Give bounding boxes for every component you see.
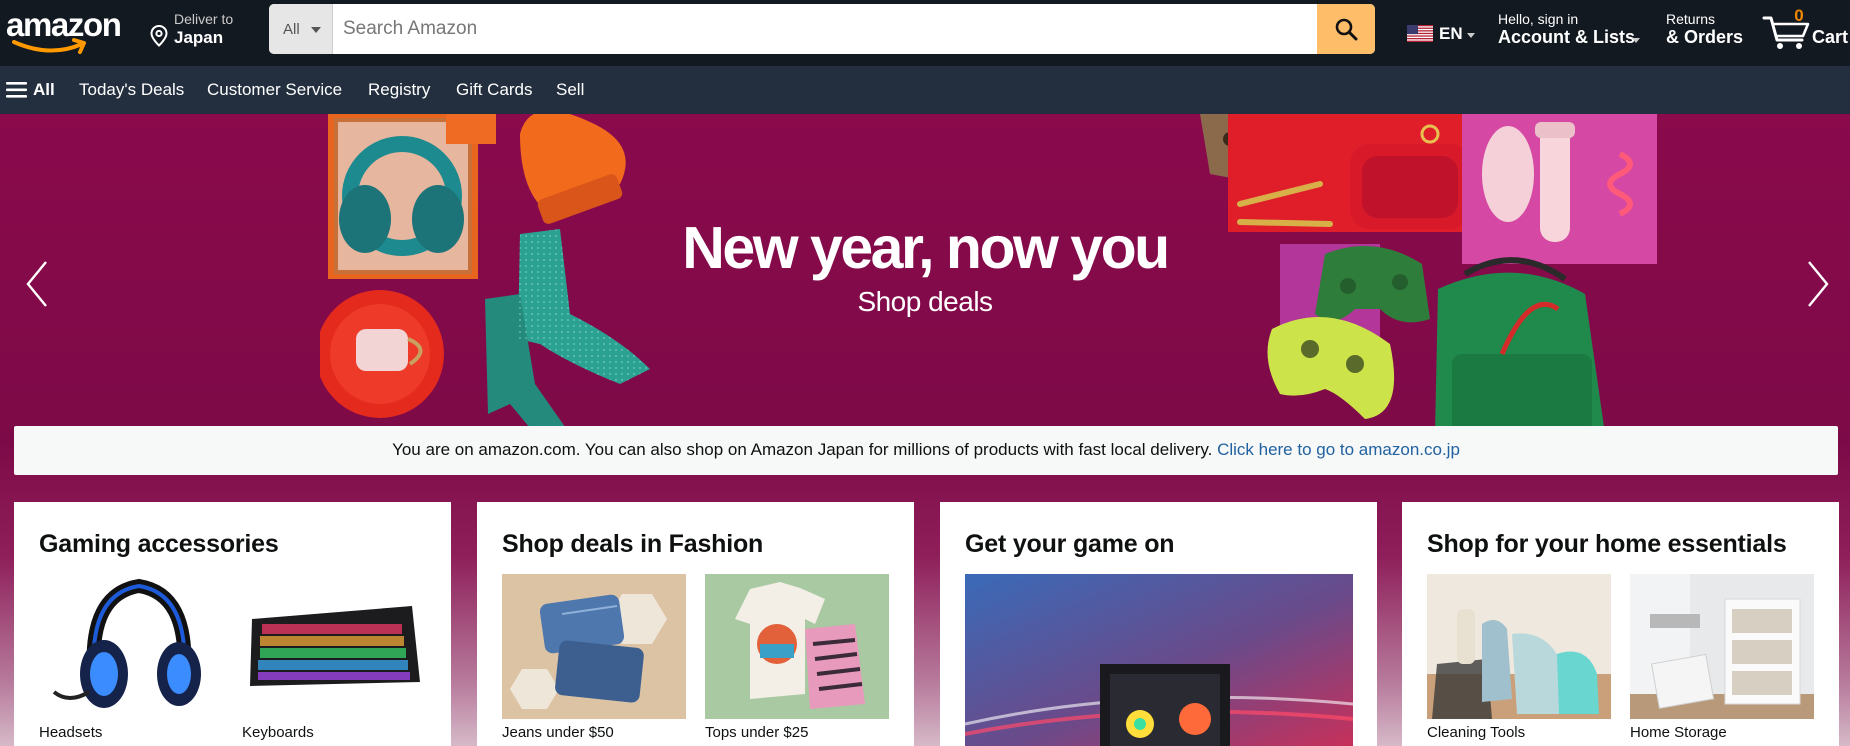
locale-notice: You are on amazon.com. You can also shop… [14,426,1838,475]
hero-headline: New year, now you [682,215,1170,281]
card-gaming-accessories: Gaming accessories Headsets Keyboards [14,502,451,746]
amazon-logo[interactable]: amazon [4,6,130,58]
card-title[interactable]: Shop for your home essentials [1427,530,1787,559]
chevron-right-icon [1808,261,1829,307]
cleaning-tools-image[interactable] [1427,574,1611,719]
us-flag-icon [1407,25,1433,42]
nav-link-todays-deals[interactable]: Today's Deals [79,80,184,100]
account-and-lists[interactable]: Hello, sign in Account & Lists [1498,10,1648,56]
search-input[interactable] [333,4,1287,54]
keyboard-image[interactable] [242,574,426,719]
account-greeting: Hello, sign in [1498,11,1579,27]
amazon-japan-link[interactable]: Click here to go to amazon.co.jp [1217,440,1460,459]
secondary-nav: All Today's Deals Customer Service Regis… [0,66,1850,114]
account-label: Account & Lists [1498,27,1636,47]
caret-down-icon [1467,33,1475,38]
tops-image[interactable] [705,574,889,719]
orders-label: & Orders [1666,27,1744,47]
carousel-next-button[interactable] [1795,244,1835,324]
locale-notice-text: You are on amazon.com. You can also shop… [392,440,1218,459]
caret-down-icon [1632,38,1640,43]
search-icon [1335,18,1358,41]
card-title[interactable]: Gaming accessories [39,530,279,559]
nav-link-gift-cards[interactable]: Gift Cards [456,80,533,100]
tile-label-jeans[interactable]: Jeans under $50 [502,724,614,741]
hero-banner[interactable]: New year, now you Shop deals You are on … [0,114,1850,746]
top-header: amazon Deliver to Japan All Search Amazo… [0,0,1850,66]
tile-label-home-storage[interactable]: Home Storage [1630,724,1727,741]
hero-subline: Shop deals [857,286,993,317]
headset-image[interactable] [39,574,223,719]
search-button[interactable] [1317,4,1375,54]
language-selector[interactable]: EN [1407,18,1477,48]
search-bar: All [269,4,1375,54]
tile-label-headsets[interactable]: Headsets [39,724,102,741]
hero-right-products-image [1200,114,1657,434]
hamburger-menu-icon [6,82,27,98]
tile-label-cleaning-tools[interactable]: Cleaning Tools [1427,724,1525,741]
nav-link-sell[interactable]: Sell [556,80,584,100]
cart-label: Cart [1812,27,1849,47]
gaming-pc-image[interactable] [965,574,1353,746]
card-shop-deals-fashion: Shop deals in Fashion Jeans under $50 To… [477,502,914,746]
card-home-essentials: Shop for your home essentials Cleaning T… [1402,502,1839,746]
cart-count: 0 [1794,6,1804,25]
search-category-label: All [283,21,300,38]
all-menu-label: All [33,80,55,99]
card-title[interactable]: Shop deals in Fashion [502,530,763,559]
nav-link-customer-service[interactable]: Customer Service [207,80,342,100]
card-get-your-game-on: Get your game on [940,502,1377,746]
tile-label-tops[interactable]: Tops under $25 [705,724,808,741]
jeans-image[interactable] [502,574,686,719]
caret-down-icon [311,27,321,33]
returns-label: Returns [1666,11,1716,27]
deliver-to-location[interactable]: Deliver to Japan [150,9,260,55]
tile-label-keyboards[interactable]: Keyboards [242,724,314,741]
card-title[interactable]: Get your game on [965,530,1175,559]
deliver-label: Deliver to [174,11,234,27]
language-code: EN [1439,24,1463,43]
returns-and-orders[interactable]: Returns & Orders [1666,10,1746,56]
smile-arrow-icon [12,38,86,54]
deliver-country: Japan [174,28,224,47]
carousel-prev-button[interactable] [20,244,60,324]
home-storage-image[interactable] [1630,574,1814,719]
chevron-left-icon [26,261,47,307]
location-pin-icon [150,25,168,47]
nav-link-registry[interactable]: Registry [368,80,430,100]
search-category-dropdown[interactable]: All [269,4,333,54]
cart-button[interactable]: 0 Cart [1762,6,1850,58]
